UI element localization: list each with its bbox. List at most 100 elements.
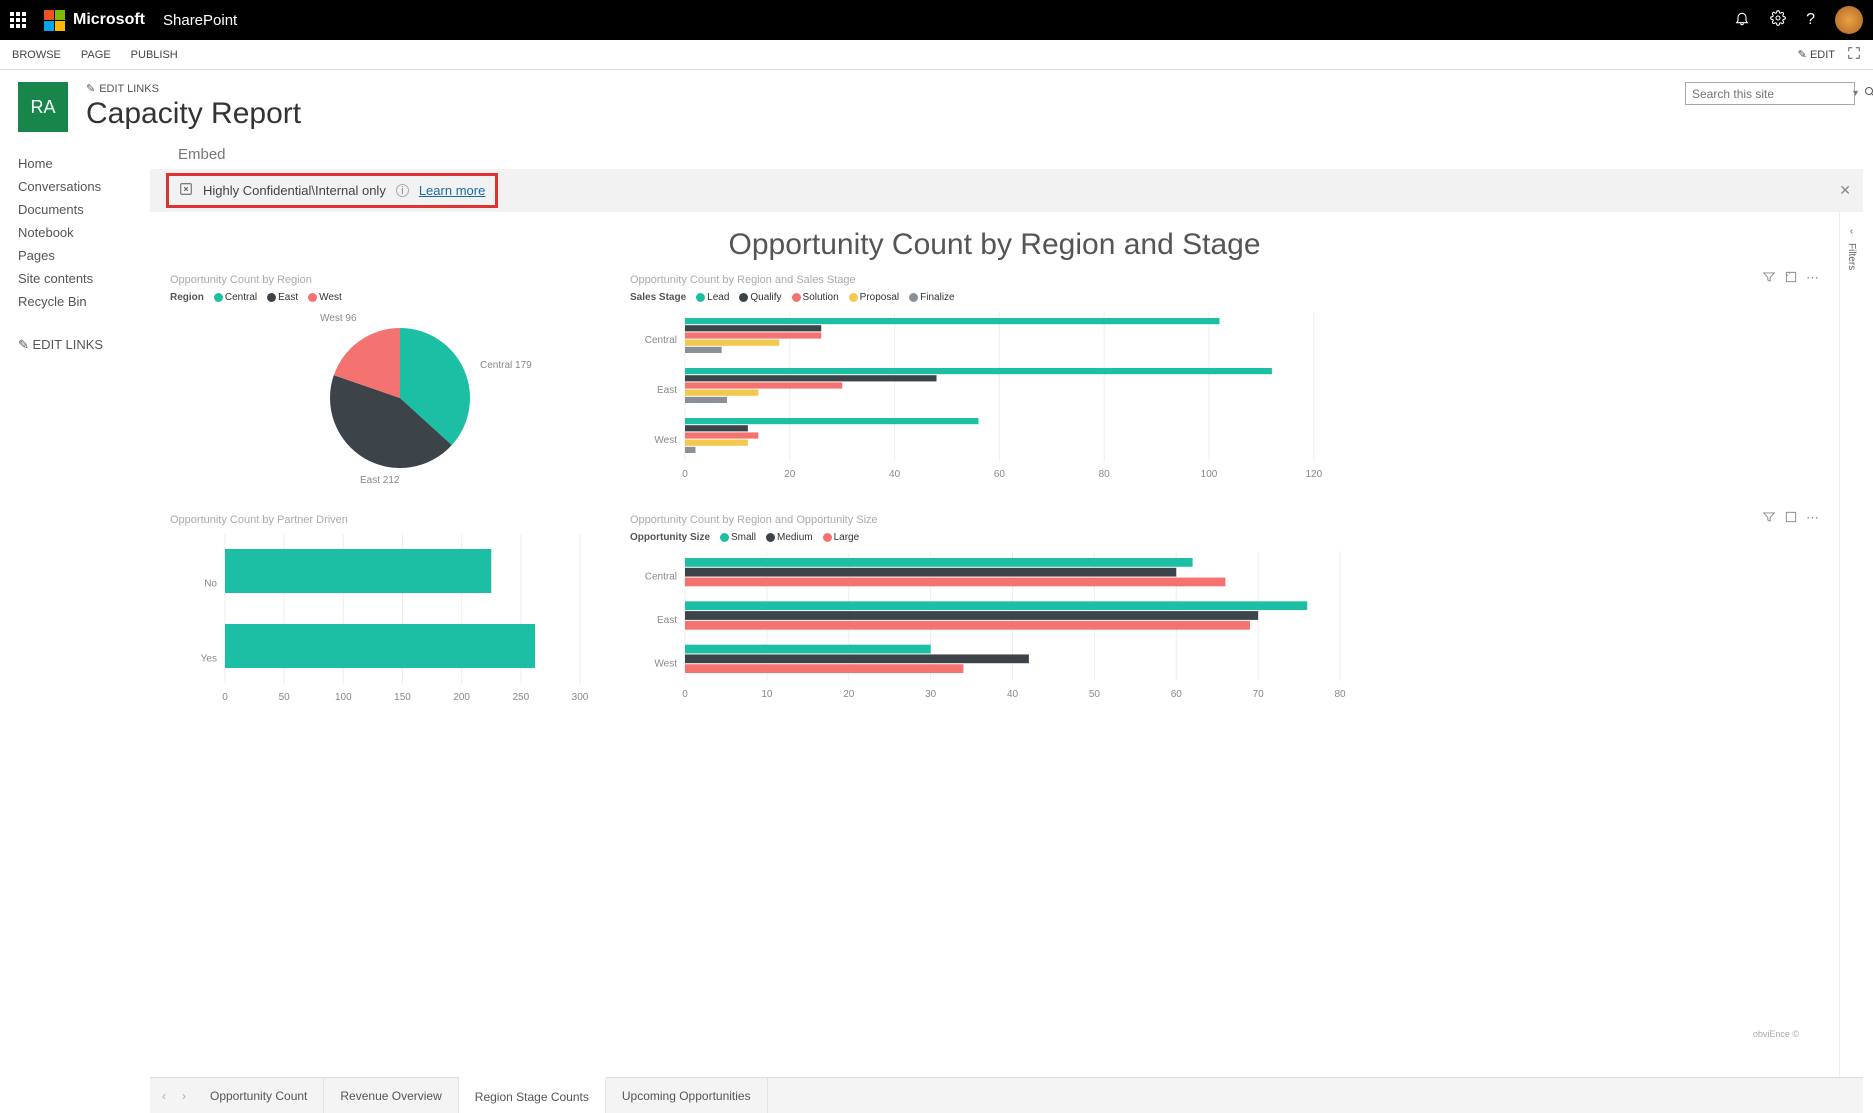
edit-links-top[interactable]: ✎ EDIT LINKS (86, 82, 301, 95)
tab-next-icon[interactable]: › (174, 1089, 194, 1103)
legend-item[interactable]: Proposal (849, 292, 899, 303)
report-tabs: ‹ › Opportunity CountRevenue OverviewReg… (150, 1077, 1863, 1113)
svg-text:West 96: West 96 (320, 313, 357, 324)
close-banner-icon[interactable]: ✕ (1839, 182, 1851, 199)
bar-chart-stage: 020406080100120CentralEastWest (630, 303, 1350, 483)
settings-icon[interactable] (1770, 10, 1786, 31)
quick-launch-item[interactable]: Notebook (18, 221, 132, 244)
bar-chart-partner: 050100150200250300NoYes (170, 526, 590, 706)
svg-text:Yes: Yes (201, 654, 217, 665)
filter-icon[interactable] (1762, 270, 1776, 287)
legend-item[interactable]: Medium (766, 532, 813, 543)
svg-text:80: 80 (1334, 689, 1346, 700)
report-title: Opportunity Count by Region and Stage (170, 228, 1819, 262)
legend-item[interactable]: Lead (696, 292, 729, 303)
svg-text:0: 0 (222, 692, 228, 703)
svg-text:East 212: East 212 (360, 475, 400, 486)
filters-pane[interactable]: ‹ Filters (1839, 212, 1863, 1077)
filters-label: Filters (1846, 243, 1857, 270)
quick-launch: HomeConversationsDocumentsNotebookPagesS… (0, 138, 150, 1113)
ribbon-tab[interactable]: PAGE (81, 49, 111, 61)
svg-text:West: West (654, 435, 677, 446)
svg-text:No: No (204, 579, 217, 590)
svg-text:120: 120 (1305, 469, 1322, 480)
viz-bar-stage[interactable]: ⋯ Opportunity Count by Region and Sales … (630, 274, 1819, 504)
ms-brand: Microsoft (44, 10, 145, 31)
tab-prev-icon[interactable]: ‹ (154, 1089, 174, 1103)
product-name[interactable]: SharePoint (163, 12, 237, 29)
legend-item[interactable]: Large (823, 532, 860, 543)
legend-item[interactable]: East (267, 292, 298, 303)
viz-title: Opportunity Count by Region and Sales St… (630, 274, 1819, 286)
svg-text:40: 40 (1007, 689, 1019, 700)
svg-text:60: 60 (994, 469, 1006, 480)
viz-bar-partner[interactable]: Opportunity Count by Partner Driven 0 50 1… (170, 514, 600, 724)
report-tab[interactable]: Region Stage Counts (459, 1078, 606, 1113)
svg-text:50: 50 (279, 692, 291, 703)
ribbon-tab[interactable]: PUBLISH (131, 49, 178, 61)
microsoft-logo-icon (44, 10, 65, 31)
webpart-title: Embed (178, 146, 1863, 163)
svg-text:70: 70 (1253, 689, 1265, 700)
app-launcher-icon[interactable] (10, 12, 26, 28)
viz-title: Opportunity Count by Region (170, 274, 600, 286)
quick-launch-item[interactable]: Home (18, 152, 132, 175)
focus-icon[interactable] (1784, 510, 1798, 527)
legend-item[interactable]: Qualify (739, 292, 781, 303)
quick-launch-item[interactable]: Documents (18, 198, 132, 221)
svg-text:250: 250 (512, 692, 529, 703)
focus-mode-icon[interactable] (1847, 46, 1861, 63)
svg-text:60: 60 (1171, 689, 1183, 700)
edit-page-button[interactable]: ✎ EDIT (1798, 48, 1835, 61)
legend-item[interactable]: Solution (792, 292, 839, 303)
report-tab[interactable]: Opportunity Count (194, 1078, 324, 1113)
ribbon-tab[interactable]: BROWSE (12, 49, 61, 61)
notifications-icon[interactable] (1734, 10, 1750, 31)
svg-text:100: 100 (335, 692, 352, 703)
more-icon[interactable]: ⋯ (1806, 510, 1819, 527)
quick-launch-item[interactable]: Conversations (18, 175, 132, 198)
legend-item[interactable]: Finalize (909, 292, 954, 303)
viz-bar-oppsize[interactable]: ⋯ Opportunity Count by Region and Opport… (630, 514, 1819, 724)
filter-icon[interactable] (1762, 510, 1776, 527)
viz-title: Opportunity Count by Partner Driven (170, 514, 600, 526)
focus-icon[interactable] (1784, 270, 1798, 287)
search-icon[interactable] (1864, 86, 1873, 101)
search-dropdown-icon[interactable]: ▾ (1853, 88, 1858, 99)
search-box[interactable]: ▾ (1685, 82, 1855, 105)
svg-text:150: 150 (394, 692, 411, 703)
pie-chart: Central 179 East 212 West 96 (170, 303, 590, 493)
viz-pie-region[interactable]: Opportunity Count by Region RegionCentra… (170, 274, 600, 504)
chevron-left-icon[interactable]: ‹ (1850, 226, 1853, 237)
search-input[interactable] (1692, 87, 1847, 101)
report-tab[interactable]: Upcoming Opportunities (606, 1078, 768, 1113)
quick-launch-item[interactable]: Site contents (18, 267, 132, 290)
edit-links-sidebar[interactable]: ✎ EDIT LINKS (18, 333, 132, 357)
sensitivity-icon (179, 182, 193, 199)
quick-launch-item[interactable]: Recycle Bin (18, 290, 132, 313)
bar-chart-oppsize: 01020304050607080CentralEastWest (630, 543, 1350, 703)
svg-text:10: 10 (761, 689, 773, 700)
learn-more-link[interactable]: Learn more (419, 183, 485, 198)
svg-text:80: 80 (1099, 469, 1111, 480)
report-tab[interactable]: Revenue Overview (324, 1078, 458, 1113)
legend-item[interactable]: Small (720, 532, 756, 543)
quick-launch-item[interactable]: Pages (18, 244, 132, 267)
legend-item[interactable]: West (308, 292, 342, 303)
more-icon[interactable]: ⋯ (1806, 270, 1819, 287)
suite-nav: Microsoft SharePoint ? (0, 0, 1873, 40)
sensitivity-info-icon[interactable]: i (396, 184, 409, 197)
svg-text:Central 179: Central 179 (480, 360, 532, 371)
svg-text:Central: Central (645, 335, 677, 346)
user-avatar[interactable] (1835, 6, 1863, 34)
svg-text:Central: Central (645, 572, 677, 583)
legend-item[interactable]: Central (214, 292, 257, 303)
help-icon[interactable]: ? (1806, 11, 1815, 29)
svg-text:East: East (657, 615, 677, 626)
attribution: obviEnce © (1753, 1029, 1799, 1039)
brand-text: Microsoft (73, 11, 145, 29)
svg-text:100: 100 (1201, 469, 1218, 480)
site-header: RA ✎ EDIT LINKS Capacity Report ▾ (0, 70, 1873, 138)
site-logo[interactable]: RA (18, 82, 68, 132)
svg-text:0: 0 (682, 689, 688, 700)
